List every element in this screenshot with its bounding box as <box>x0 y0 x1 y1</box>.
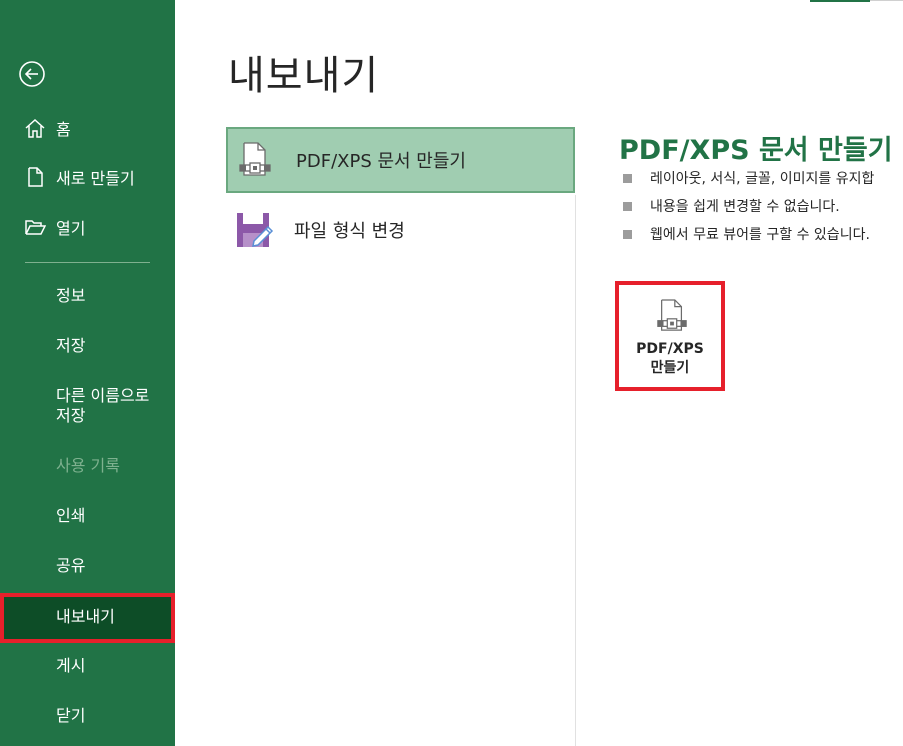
back-arrow-icon[interactable] <box>18 60 46 88</box>
panel-divider <box>575 195 576 746</box>
detail-title: PDF/XPS 문서 만들기 <box>619 135 893 166</box>
sidebar-item-home[interactable]: 홈 <box>0 108 175 148</box>
list-item: 웹에서 무료 뷰어를 구할 수 있습니다. <box>621 224 903 252</box>
detail-bullets: 레이아웃, 서식, 글꼴, 이미지를 유지합 내용을 쉽게 변경할 수 없습니다… <box>621 168 903 252</box>
bullet-square-icon <box>623 174 632 183</box>
export-option-pdf-xps[interactable]: PDF/XPS 문서 만들기 <box>226 127 575 193</box>
create-button-label: PDF/XPS 만들기 <box>619 340 721 378</box>
sidebar-item-label: 정보 <box>56 286 86 305</box>
pdf-document-icon <box>656 297 688 335</box>
sidebar-item-label: 저장 <box>56 336 86 355</box>
sidebar-item-label: 공유 <box>56 556 86 575</box>
export-option-label: 파일 형식 변경 <box>294 221 405 242</box>
top-divider <box>870 0 903 1</box>
sidebar-item-info[interactable]: 정보 <box>0 286 175 308</box>
sidebar-item-label: 다른 이름으로 <box>56 386 150 405</box>
list-item: 내용을 쉽게 변경할 수 없습니다. <box>621 196 903 224</box>
list-item: 레이아웃, 서식, 글꼴, 이미지를 유지합 <box>621 168 903 196</box>
export-option-label: PDF/XPS 문서 만들기 <box>296 151 466 172</box>
sidebar-item-open[interactable]: 열기 <box>0 207 175 247</box>
pdf-document-icon <box>238 141 272 179</box>
bullet-text: 웹에서 무료 뷰어를 구할 수 있습니다. <box>650 227 870 243</box>
sidebar-item-close[interactable]: 닫기 <box>0 706 175 728</box>
bullet-square-icon <box>623 230 632 239</box>
sidebar-item-label: 사용 기록 <box>56 456 120 475</box>
sidebar-item-save-as[interactable]: 다른 이름으로 저장 <box>0 386 175 428</box>
folder-open-icon <box>24 216 47 238</box>
sidebar-item-label: 닫기 <box>56 706 86 725</box>
sidebar-item-save[interactable]: 저장 <box>0 336 175 358</box>
sidebar-item-export[interactable]: 내보내기 <box>0 593 175 643</box>
home-icon <box>24 117 46 139</box>
bullet-square-icon <box>623 202 632 211</box>
top-tab-indicator <box>810 0 870 2</box>
create-button-line2: 만들기 <box>650 360 690 376</box>
bullet-text: 레이아웃, 서식, 글꼴, 이미지를 유지합 <box>650 171 875 187</box>
sidebar-item-label: 내보내기 <box>56 607 115 626</box>
create-pdf-xps-button[interactable]: PDF/XPS 만들기 <box>615 281 725 391</box>
sidebar-divider <box>25 262 150 263</box>
sidebar-item-print[interactable]: 인쇄 <box>0 506 175 528</box>
page-title: 내보내기 <box>228 53 380 99</box>
new-document-icon <box>24 166 46 188</box>
backstage-sidebar: 홈 새로 만들기 열기 정보 저장 다른 이름으로 저장 사용 기록 인쇄 공유… <box>0 0 175 746</box>
file-type-change-icon <box>236 211 274 249</box>
sidebar-item-history: 사용 기록 <box>0 456 175 478</box>
sidebar-item-label: 열기 <box>56 219 86 238</box>
sidebar-item-label: 저장 <box>56 406 86 425</box>
sidebar-item-label: 인쇄 <box>56 506 86 525</box>
create-button-line1: PDF/XPS <box>636 341 704 357</box>
bullet-text: 내용을 쉽게 변경할 수 없습니다. <box>650 199 840 215</box>
sidebar-item-label: 게시 <box>56 656 86 675</box>
sidebar-item-share[interactable]: 공유 <box>0 556 175 578</box>
sidebar-item-new[interactable]: 새로 만들기 <box>0 157 175 197</box>
sidebar-item-label: 새로 만들기 <box>56 169 135 188</box>
export-option-change-file-type[interactable]: 파일 형식 변경 <box>226 197 575 263</box>
sidebar-item-label: 홈 <box>56 120 71 139</box>
sidebar-item-publish[interactable]: 게시 <box>0 656 175 678</box>
